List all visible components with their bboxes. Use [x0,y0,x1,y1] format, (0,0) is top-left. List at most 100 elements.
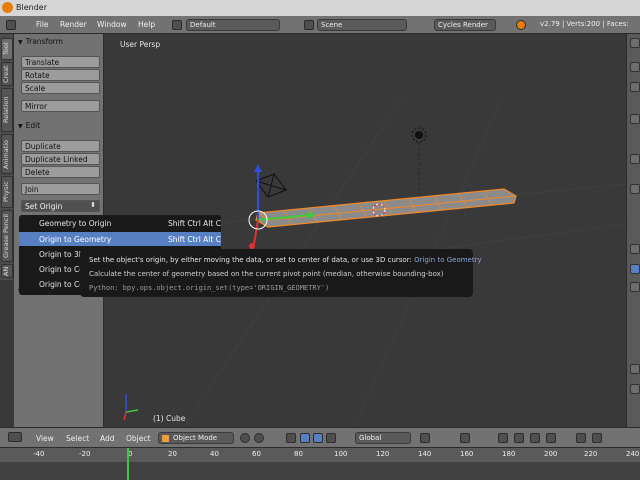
menu-item-label: Origin to Geometry [39,235,112,244]
dropdown-arrows-icon: ⬍ [90,201,96,209]
editor-type-info-icon[interactable] [6,20,16,30]
screen-layout-icon[interactable] [172,20,182,30]
join-button[interactable]: Join [21,183,100,195]
menu-item-label: Origin to 3D [39,250,85,259]
transform-panel-header[interactable]: ▼ Transform [18,37,100,46]
rotate-button[interactable]: Rotate [21,69,100,81]
camera-object[interactable] [255,173,287,198]
lamp-object[interactable] [411,127,427,204]
panel-toggle-icon[interactable] [630,82,640,92]
menu-item-geometry-to-origin[interactable]: Geometry to Origin Shift Ctrl Alt C [19,216,221,230]
blender-logo-icon [2,2,13,13]
set-origin-dropdown[interactable]: Set Origin ⬍ [21,200,100,212]
layer-buttons-icon[interactable] [460,433,470,443]
timeline[interactable]: -40 -20 0 20 40 60 80 100 120 140 160 18… [0,447,640,480]
tab-animation[interactable]: Animatio [1,134,13,174]
scene-icon[interactable] [304,20,314,30]
frame-tick-label: 100 [334,450,348,458]
screen-layout-dropdown[interactable]: Default [186,19,280,31]
menu-window[interactable]: Window [97,20,127,29]
panel-toggle-icon[interactable] [630,114,640,124]
editor-type-3d-view-icon[interactable] [8,432,22,442]
panel-toggle-icon[interactable] [630,282,640,292]
menu-render[interactable]: Render [60,20,87,29]
panel-toggle-icon[interactable] [630,184,640,194]
scene-stats: v2.79 | Verts:200 | Faces: [540,20,629,28]
scene-dropdown[interactable]: Scene [317,19,407,31]
panel-toggle-icon[interactable] [630,154,640,164]
manipulator-toggle-icon[interactable] [286,433,296,443]
tab-grease-pencil[interactable]: Grease Pencil [1,210,13,262]
tooltip-enum-description: Calculate the center of geometry based o… [89,270,444,278]
tab-relations[interactable]: Relation [1,88,13,132]
menu-item-origin-to-geometry[interactable]: Origin to Geometry Shift Ctrl Alt C [19,232,221,246]
tooltip-enum-value: Origin to Geometry [414,256,482,264]
panel-toggle-icon[interactable] [630,364,640,374]
tooltip-description: Set the object's origin, by either movin… [89,256,482,264]
scale-manipulator-icon[interactable] [326,433,336,443]
menu-help[interactable]: Help [138,20,155,29]
snap-element-icon[interactable] [546,433,556,443]
cube-object[interactable] [255,188,517,228]
tab-an[interactable]: AN [1,264,13,278]
lock-camera-icon[interactable] [498,433,508,443]
delete-button[interactable]: Delete [21,166,100,178]
mode-label: Object Mode [173,434,218,442]
viewport-shading-icon[interactable] [240,433,250,443]
panel-toggle-icon[interactable] [630,264,640,274]
frame-tick-label: 60 [252,450,261,458]
menu-item-label: Geometry to Origin [39,219,112,228]
menu-view[interactable]: View [36,434,54,443]
menu-item-shortcut: Shift Ctrl Alt C [168,219,221,228]
collapse-triangle-icon: ▼ [18,39,23,46]
tab-create[interactable]: Creat [1,62,13,86]
transform-orientation-dropdown[interactable]: Global [355,432,411,444]
scale-button[interactable]: Scale [21,82,100,94]
panel-toggle-icon[interactable] [630,62,640,72]
operator-tooltip: Set the object's origin, by either movin… [80,249,482,297]
render-engine-dropdown[interactable]: Cycles Render [434,19,496,31]
menu-add[interactable]: Add [100,434,115,443]
frame-tick-label: 200 [544,450,558,458]
object-mode-icon [162,435,169,442]
frame-ruler[interactable]: -40 -20 0 20 40 60 80 100 120 140 160 18… [0,448,640,462]
panel-toggle-icon[interactable] [630,384,640,394]
frame-tick-label: 40 [210,450,219,458]
menu-object[interactable]: Object [126,434,150,443]
mirror-button[interactable]: Mirror [21,100,100,112]
render-animation-icon[interactable] [592,433,602,443]
panel-toggle-icon[interactable] [630,38,640,48]
tab-physics[interactable]: Physic [1,176,13,208]
frame-tick-label: 140 [418,450,432,458]
tooltip-text: Set the object's origin, by either movin… [89,256,412,264]
menu-select[interactable]: Select [66,434,89,443]
transform-manipulator[interactable] [248,164,316,249]
mode-dropdown[interactable]: Object Mode [158,432,234,444]
tool-shelf-tabs: Tool Creat Relation Animatio Physic Grea… [0,34,14,280]
current-frame-indicator[interactable] [127,448,129,480]
frame-tick-label: 160 [460,450,474,458]
proportional-edit-icon[interactable] [514,433,524,443]
render-preview-icon[interactable] [576,433,586,443]
frame-tick-label: 80 [294,450,303,458]
edit-panel-header[interactable]: ▼ Edit [18,121,100,130]
menu-file[interactable]: File [36,20,49,29]
frame-tick-label: 240 [626,450,640,458]
frame-tick-label: 220 [584,450,598,458]
layer-buttons-icon[interactable] [420,433,430,443]
translate-manipulator-icon[interactable] [300,433,310,443]
pivot-point-icon[interactable] [254,433,264,443]
tooltip-python: Python: bpy.ops.object.origin_set(type='… [89,284,330,292]
panel-toggle-icon[interactable] [630,244,640,254]
menu-item-shortcut: Shift Ctrl Alt C [168,235,221,244]
translate-button[interactable]: Translate [21,56,100,68]
tab-tools[interactable]: Tool [1,38,13,60]
snap-icon[interactable] [530,433,540,443]
rotate-manipulator-icon[interactable] [313,433,323,443]
frame-tick-label: -20 [79,450,91,458]
duplicate-button[interactable]: Duplicate [21,140,100,152]
duplicate-linked-button[interactable]: Duplicate Linked [21,153,100,165]
edit-header-label: Edit [25,121,41,130]
transform-header-label: Transform [25,37,63,46]
set-origin-label: Set Origin [25,202,63,211]
